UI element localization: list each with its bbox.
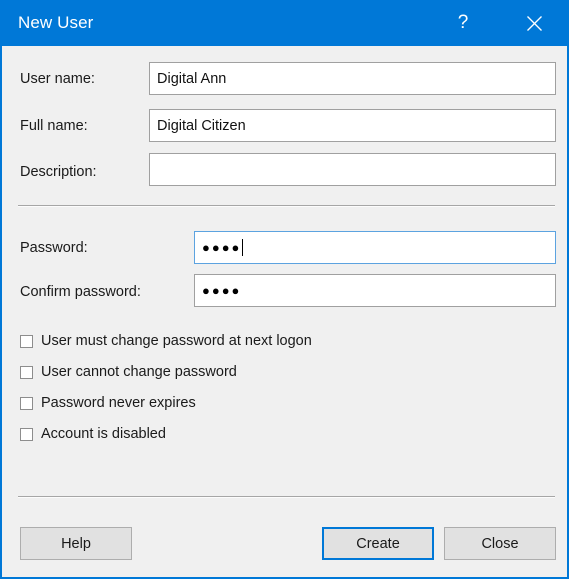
description-input[interactable] [149, 153, 556, 186]
checkbox-must-change-password[interactable]: User must change password at next logon [20, 331, 312, 351]
text-caret [242, 239, 244, 256]
checkbox-label: Password never expires [41, 395, 196, 411]
user-name-label: User name: [20, 71, 95, 87]
close-window-button[interactable] [511, 0, 557, 46]
new-user-dialog: New User ? User name: Digital Ann Full n… [0, 0, 569, 579]
section-divider-bottom [18, 496, 555, 498]
checkbox-box-icon[interactable] [20, 427, 33, 441]
checkbox-password-never-expires[interactable]: Password never expires [20, 393, 196, 413]
checkbox-label: User cannot change password [41, 364, 237, 380]
checkbox-label: User must change password at next logon [41, 333, 312, 349]
close-x-icon [526, 15, 543, 32]
window-title: New User [18, 13, 94, 32]
user-name-input[interactable]: Digital Ann [149, 62, 556, 95]
help-button[interactable]: Help [20, 527, 132, 560]
full-name-label: Full name: [20, 118, 88, 134]
help-titlebar-button[interactable]: ? [440, 0, 486, 46]
full-name-input[interactable]: Digital Citizen [149, 109, 556, 142]
question-mark-icon: ? [457, 12, 469, 33]
confirm-password-label: Confirm password: [20, 284, 141, 300]
checkbox-account-is-disabled[interactable]: Account is disabled [20, 424, 166, 444]
checkbox-box-icon[interactable] [20, 365, 33, 379]
description-label: Description: [20, 164, 97, 180]
close-button[interactable]: Close [444, 527, 556, 560]
password-label: Password: [20, 240, 88, 256]
checkbox-box-icon[interactable] [20, 334, 33, 348]
create-button[interactable]: Create [322, 527, 434, 560]
confirm-password-input[interactable]: ●●●● [194, 274, 556, 307]
password-masked-value: ●●●● [202, 239, 242, 255]
section-divider-top [18, 205, 555, 207]
title-bar: New User ? [2, 0, 567, 46]
confirm-password-masked-value: ●●●● [202, 282, 242, 298]
checkbox-cannot-change-password[interactable]: User cannot change password [20, 362, 237, 382]
password-input[interactable]: ●●●● [194, 231, 556, 264]
checkbox-box-icon[interactable] [20, 396, 33, 410]
checkbox-label: Account is disabled [41, 426, 166, 442]
